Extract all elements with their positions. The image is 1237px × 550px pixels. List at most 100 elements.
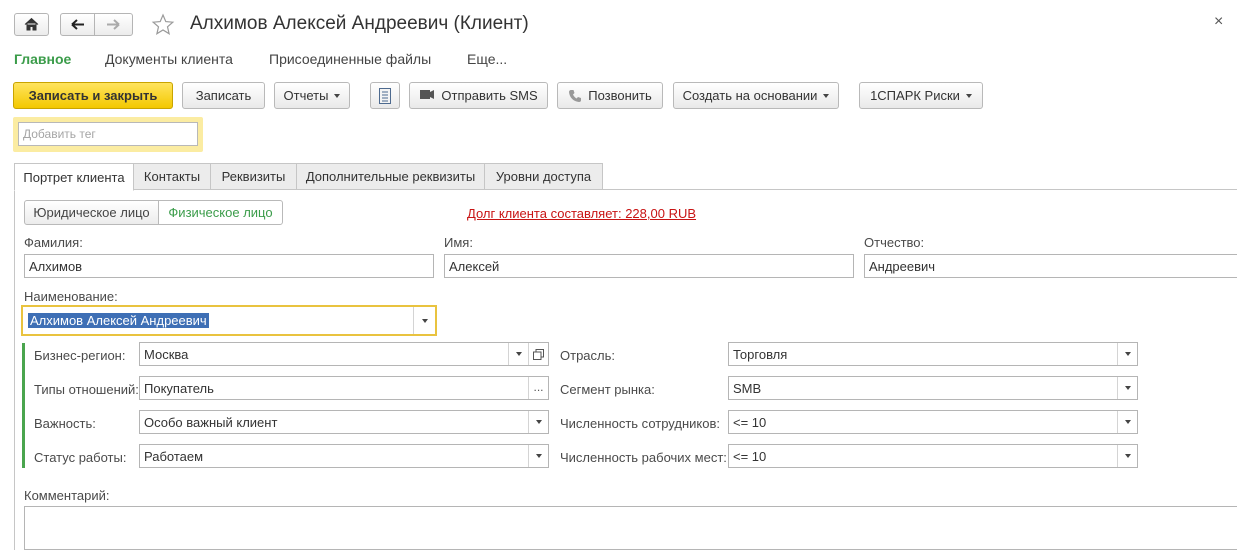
industry-label: Отрасль: bbox=[560, 348, 615, 363]
business-region-value: Москва bbox=[144, 347, 189, 362]
first-name-label: Имя: bbox=[444, 235, 473, 250]
forward-button[interactable] bbox=[94, 13, 133, 36]
chevron-down-icon bbox=[515, 352, 522, 356]
save-label: Записать bbox=[195, 88, 252, 103]
business-region-open-button[interactable] bbox=[528, 343, 548, 365]
chevron-down-icon bbox=[1124, 352, 1131, 356]
relation-types-value: Покупатель bbox=[144, 381, 214, 396]
section-main[interactable]: Главное bbox=[14, 51, 71, 67]
reports-label: Отчеты bbox=[283, 88, 329, 103]
workplaces-count-value: <= 10 bbox=[733, 449, 767, 464]
chevron-down-icon bbox=[965, 93, 972, 98]
workplaces-count-dropdown[interactable] bbox=[1117, 445, 1137, 467]
create-based-on-button[interactable]: Создать на основании bbox=[673, 82, 839, 109]
employees-count-dropdown[interactable] bbox=[1117, 411, 1137, 433]
importance-field[interactable]: Особо важный клиент bbox=[139, 410, 549, 434]
importance-dropdown[interactable] bbox=[528, 411, 548, 433]
tab-client-portrait[interactable]: Портрет клиента bbox=[14, 163, 134, 191]
add-tag-input[interactable] bbox=[18, 122, 198, 146]
section-client-documents[interactable]: Документы клиента bbox=[105, 51, 233, 67]
arrow-right-icon bbox=[107, 19, 120, 30]
workplaces-count-label: Численность рабочих мест: bbox=[560, 450, 727, 465]
business-region-label: Бизнес-регион: bbox=[34, 348, 126, 363]
last-name-field[interactable]: Алхимов bbox=[24, 254, 434, 278]
work-status-label: Статус работы: bbox=[34, 450, 127, 465]
market-segment-value: SMB bbox=[733, 381, 762, 396]
tab-access-levels[interactable]: Уровни доступа bbox=[484, 163, 603, 190]
arrow-left-icon bbox=[71, 19, 84, 30]
tag-area bbox=[13, 117, 203, 152]
individual-toggle[interactable]: Физическое лицо bbox=[158, 200, 283, 225]
favorite-star-icon[interactable] bbox=[151, 13, 175, 40]
middle-name-field[interactable]: Андреевич bbox=[864, 254, 1237, 278]
last-name-label: Фамилия: bbox=[24, 235, 83, 250]
send-sms-label: Отправить SMS bbox=[441, 88, 538, 103]
relation-types-field[interactable]: Покупатель ... bbox=[139, 376, 549, 400]
reports-button[interactable]: Отчеты bbox=[274, 82, 350, 109]
work-status-dropdown[interactable] bbox=[528, 445, 548, 467]
chevron-down-icon bbox=[823, 93, 830, 98]
open-window-icon bbox=[533, 348, 544, 360]
save-and-close-button[interactable]: Записать и закрыть bbox=[13, 82, 173, 109]
industry-field[interactable]: Торговля bbox=[728, 342, 1138, 366]
panel-border bbox=[14, 189, 15, 550]
tab-contacts[interactable]: Контакты bbox=[133, 163, 211, 190]
last-name-value: Алхимов bbox=[29, 259, 83, 274]
naming-label: Наименование: bbox=[24, 289, 118, 304]
tab-additional-requisites[interactable]: Дополнительные реквизиты bbox=[296, 163, 485, 190]
employees-count-value: <= 10 bbox=[733, 415, 767, 430]
home-button[interactable] bbox=[14, 13, 49, 36]
comment-label: Комментарий: bbox=[24, 488, 110, 503]
back-button[interactable] bbox=[60, 13, 95, 36]
workplaces-count-field[interactable]: <= 10 bbox=[728, 444, 1138, 468]
business-region-dropdown[interactable] bbox=[508, 343, 528, 365]
chevron-down-icon bbox=[334, 93, 341, 98]
industry-dropdown[interactable] bbox=[1117, 343, 1137, 365]
comment-textarea[interactable] bbox=[24, 506, 1237, 550]
tab-requisites[interactable]: Реквизиты bbox=[210, 163, 297, 190]
save-and-close-label: Записать и закрыть bbox=[28, 88, 158, 103]
chevron-down-icon bbox=[421, 318, 428, 323]
page-title: Алхимов Алексей Андреевич (Клиент) bbox=[190, 13, 529, 34]
work-status-value: Работаем bbox=[144, 449, 204, 464]
chevron-down-icon bbox=[1124, 420, 1131, 424]
client-debt-link[interactable]: Долг клиента составляет: 228,00 RUB bbox=[467, 206, 696, 221]
employees-count-field[interactable]: <= 10 bbox=[728, 410, 1138, 434]
work-status-field[interactable]: Работаем bbox=[139, 444, 549, 468]
spark-risks-button[interactable]: 1СПАРК Риски bbox=[859, 82, 983, 109]
market-segment-field[interactable]: SMB bbox=[728, 376, 1138, 400]
phone-icon bbox=[569, 89, 582, 102]
send-sms-button[interactable]: Отправить SMS bbox=[409, 82, 548, 109]
section-attached-files[interactable]: Присоединенные файлы bbox=[269, 51, 431, 67]
chevron-down-icon bbox=[535, 420, 542, 424]
naming-dropdown-button[interactable] bbox=[413, 307, 435, 334]
home-icon bbox=[24, 17, 39, 31]
legal-entity-toggle[interactable]: Юридическое лицо bbox=[24, 200, 159, 225]
first-name-field[interactable]: Алексей bbox=[444, 254, 854, 278]
relation-types-label: Типы отношений: bbox=[34, 382, 139, 397]
document-button[interactable] bbox=[370, 82, 400, 109]
chevron-down-icon bbox=[535, 454, 542, 458]
market-segment-label: Сегмент рынка: bbox=[560, 382, 655, 397]
market-segment-dropdown[interactable] bbox=[1117, 377, 1137, 399]
business-region-field[interactable]: Москва bbox=[139, 342, 549, 366]
save-button[interactable]: Записать bbox=[182, 82, 265, 109]
industry-value: Торговля bbox=[733, 347, 788, 362]
importance-value: Особо важный клиент bbox=[144, 415, 278, 430]
section-more[interactable]: Еще... bbox=[467, 51, 507, 67]
sms-icon bbox=[420, 90, 435, 99]
employees-count-label: Численность сотрудников: bbox=[560, 416, 720, 431]
importance-label: Важность: bbox=[34, 416, 96, 431]
document-list-icon bbox=[379, 87, 391, 104]
spark-risks-label: 1СПАРК Риски bbox=[870, 88, 960, 103]
chevron-down-icon bbox=[1124, 386, 1131, 390]
chevron-down-icon bbox=[1124, 454, 1131, 458]
first-name-value: Алексей bbox=[449, 259, 500, 274]
naming-field[interactable]: Алхимов Алексей Андреевич bbox=[21, 305, 437, 336]
call-button[interactable]: Позвонить bbox=[557, 82, 663, 109]
call-label: Позвонить bbox=[588, 88, 652, 103]
middle-name-value: Андреевич bbox=[869, 259, 936, 274]
close-icon[interactable]: × bbox=[1214, 13, 1223, 31]
create-based-on-label: Создать на основании bbox=[682, 88, 818, 103]
relation-types-select-button[interactable]: ... bbox=[528, 377, 548, 399]
